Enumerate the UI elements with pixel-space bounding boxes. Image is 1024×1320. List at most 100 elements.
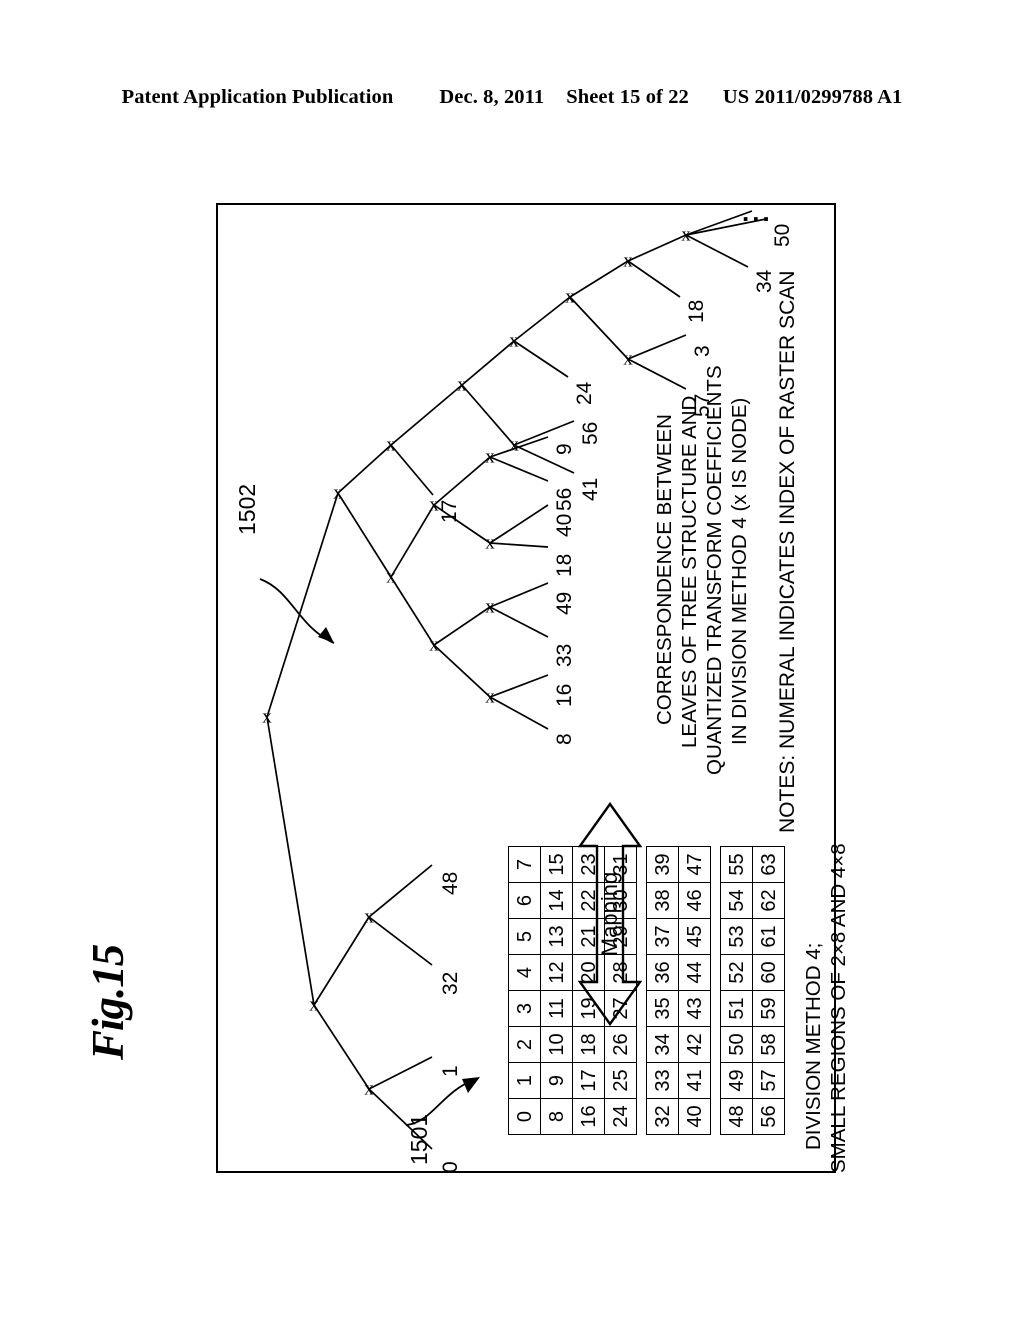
tree-node: x: [485, 596, 495, 618]
cell: 33: [646, 1062, 679, 1099]
tree-node: x: [364, 906, 374, 928]
table-row: 0 1 2 3 4 5 6 7: [508, 846, 541, 1135]
description-line-1: CORRESPONDENCE BETWEEN: [653, 414, 676, 725]
description-line-4: IN DIVISION METHOD 4 (x IS NODE): [728, 397, 751, 745]
cell: 60: [752, 954, 785, 991]
cell: 30: [604, 882, 637, 919]
cell: 5: [508, 918, 541, 955]
cell: 14: [540, 882, 573, 919]
raster-block-1: 32 33 34 35 36 37 38 39 40 41 42 43 44 4…: [646, 846, 711, 1135]
cell: 41: [678, 1062, 711, 1099]
cell: 13: [540, 918, 573, 955]
cell: 24: [604, 1098, 637, 1135]
cell: 35: [646, 990, 679, 1027]
table-row: 48 49 50 51 52 53 54 55: [720, 846, 753, 1135]
cell: 8: [540, 1098, 573, 1135]
table-caption-line-2: SMALL REGIONS OF 2×8 AND 4×8: [827, 843, 850, 1173]
raster-block-0: 0 1 2 3 4 5 6 7 8 9 10 11 12 13 14 15 16…: [508, 846, 637, 1135]
tree-leaf-34: 34: [753, 269, 776, 293]
tree-node: x: [386, 434, 396, 456]
cell: 62: [752, 882, 785, 919]
raster-block-2-body: 48 49 50 51 52 53 54 55 56 57 58 59 60 6…: [720, 846, 785, 1135]
cell: 36: [646, 954, 679, 991]
cell: 52: [720, 954, 753, 991]
cell: 29: [604, 918, 637, 955]
cell: 28: [604, 954, 637, 991]
block-separator-1: [637, 846, 646, 1135]
cell: 51: [720, 990, 753, 1027]
cell: 2: [508, 1026, 541, 1063]
tree-ref-leader: [259, 578, 335, 644]
tree-leaf-50: 50: [771, 223, 794, 247]
tree-leaf-33: 33: [553, 643, 576, 667]
cell: 38: [646, 882, 679, 919]
figure-frame: x x x x x x x x x x x x x x x x x x x x …: [216, 199, 850, 1175]
table-caption-line-1: DIVISION METHOD 4;: [802, 942, 825, 1150]
cell: 16: [572, 1098, 605, 1135]
cell: 18: [572, 1026, 605, 1063]
raster-block-1-body: 32 33 34 35 36 37 38 39 40 41 42 43 44 4…: [646, 846, 711, 1135]
cell: 48: [720, 1098, 753, 1135]
cell: 10: [540, 1026, 573, 1063]
tree-leaf-48: 48: [439, 871, 462, 895]
cell: 58: [752, 1026, 785, 1063]
cell: 12: [540, 954, 573, 991]
cell: 3: [508, 990, 541, 1027]
cell: 9: [540, 1062, 573, 1099]
tree-leaf-56b: 56: [579, 421, 602, 445]
tree-node: x: [457, 374, 467, 396]
cell: 19: [572, 990, 605, 1027]
cell: 44: [678, 954, 711, 991]
figure-canvas: x x x x x x x x x x x x x x x x x x x x …: [218, 199, 850, 1175]
cell: 26: [604, 1026, 637, 1063]
table-row: 56 57 58 59 60 61 62 63: [752, 846, 785, 1135]
cell: 57: [752, 1062, 785, 1099]
figure-label: Fig.15: [83, 944, 133, 1060]
cell: 50: [720, 1026, 753, 1063]
publication-title: Patent Application Publication: [121, 86, 394, 108]
tree-node: x: [485, 686, 495, 708]
cell: 55: [720, 846, 753, 883]
tree-node: x: [333, 482, 343, 504]
tree-leaf-8: 8: [553, 733, 576, 745]
tree-node: x: [485, 532, 495, 554]
tree-node: x: [309, 994, 319, 1016]
cell: 20: [572, 954, 605, 991]
notes-line: NOTES: NUMERAL INDICATES INDEX OF RASTER…: [776, 270, 799, 833]
tree-node: x: [364, 1078, 374, 1100]
tree-node-root: x: [262, 706, 272, 728]
page-header: Patent Application Publication Dec. 8, 2…: [0, 86, 1024, 109]
tree-node: x: [509, 330, 519, 352]
cell: 63: [752, 846, 785, 883]
tree-node: x: [509, 434, 519, 456]
description-line-2: LEAVES OF TREE STRUCTURE AND: [678, 395, 701, 748]
cell: 49: [720, 1062, 753, 1099]
cell: 40: [678, 1098, 711, 1135]
raster-block-0-body: 0 1 2 3 4 5 6 7 8 9 10 11 12 13 14 15 16…: [508, 846, 637, 1135]
cell: 56: [752, 1098, 785, 1135]
table-ref-number: 1501: [406, 1113, 432, 1165]
tree-node: x: [681, 224, 691, 246]
cell: 17: [572, 1062, 605, 1099]
tree-leaf-56a: 56: [553, 487, 576, 511]
cell: 53: [720, 918, 753, 955]
cell: 25: [604, 1062, 637, 1099]
tree-leaf-0: 0: [439, 1161, 462, 1173]
tree-node: x: [623, 348, 633, 370]
tree-leaf-17: 17: [438, 499, 461, 523]
tree-leaf-41: 41: [579, 477, 602, 501]
tree-node: x: [386, 566, 396, 588]
patent-number: US 2011/0299788 A1: [722, 86, 903, 108]
cell: 7: [508, 846, 541, 883]
cell: 27: [604, 990, 637, 1027]
tree-node: x: [429, 634, 439, 656]
cell: 32: [646, 1098, 679, 1135]
cell: 45: [678, 918, 711, 955]
cell: 0: [508, 1098, 541, 1135]
cell: 34: [646, 1026, 679, 1063]
tree-leaf-9: 9: [553, 443, 576, 455]
tree-leaf-16: 16: [553, 683, 576, 707]
block-separator-2: [711, 846, 720, 1135]
raster-index-table: 0 1 2 3 4 5 6 7 8 9 10 11 12 13 14 15 16…: [508, 846, 785, 1135]
tree-node: x: [485, 446, 495, 468]
